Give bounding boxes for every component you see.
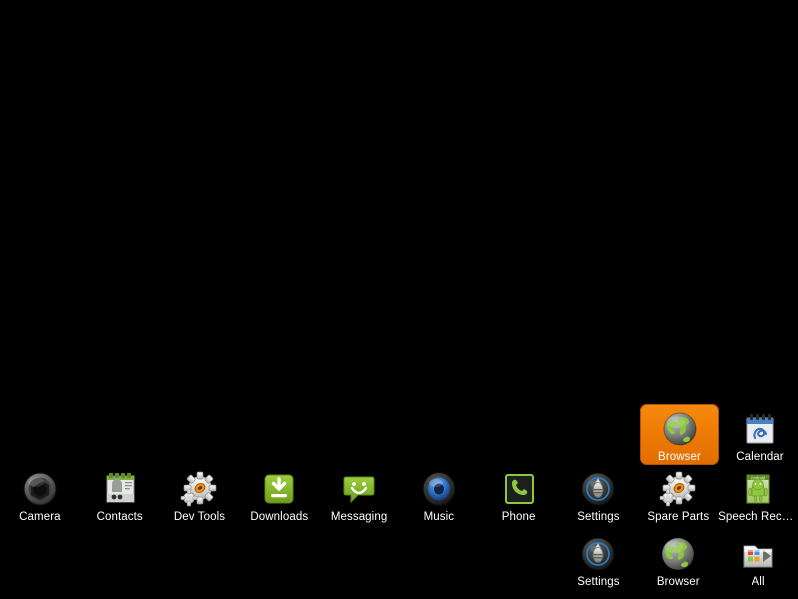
app-tile-contacts[interactable]: Contacts bbox=[80, 464, 160, 526]
app-label: Settings bbox=[577, 511, 620, 523]
app-tile-spare-parts[interactable]: Spare Parts bbox=[638, 464, 718, 526]
app-grid-row-2: Settings Browser All bbox=[0, 534, 798, 599]
app-tile-browser-selected[interactable]: Browser bbox=[640, 404, 719, 465]
app-grid-row-1: Camera Contacts Dev Tools Downloads Mess… bbox=[0, 469, 798, 534]
app-tile-speech-recognition[interactable]: Android Speech Reco... bbox=[718, 464, 798, 526]
app-label: Settings bbox=[577, 576, 620, 588]
all-apps-folder-icon bbox=[737, 533, 779, 575]
app-tile-calendar[interactable]: Calendar bbox=[720, 404, 798, 466]
contacts-card-icon bbox=[99, 468, 141, 510]
selected-app-slot: Browser bbox=[640, 404, 719, 465]
app-cell-camera[interactable]: Camera bbox=[0, 469, 80, 534]
app-cell-all[interactable]: All bbox=[718, 534, 798, 599]
app-cell-browser-2[interactable]: Browser bbox=[638, 534, 718, 599]
app-tile-settings[interactable]: Settings bbox=[558, 464, 638, 526]
phone-handset-icon bbox=[498, 468, 540, 510]
app-label: Spare Parts bbox=[647, 511, 710, 523]
app-label: Phone bbox=[501, 511, 536, 523]
globe-icon bbox=[659, 408, 701, 450]
settings-dial-icon bbox=[577, 533, 619, 575]
download-arrow-icon bbox=[258, 468, 300, 510]
settings-dial-icon bbox=[577, 468, 619, 510]
app-cell-settings[interactable]: Settings bbox=[559, 469, 639, 534]
app-tile-camera[interactable]: Camera bbox=[0, 464, 80, 526]
app-cell-dev-tools[interactable]: Dev Tools bbox=[160, 469, 240, 534]
message-bubble-icon bbox=[338, 468, 380, 510]
globe-icon bbox=[657, 533, 699, 575]
app-cell-contacts[interactable]: Contacts bbox=[80, 469, 160, 534]
app-label: Music bbox=[423, 511, 455, 523]
app-tile-dev-tools[interactable]: Dev Tools bbox=[159, 464, 239, 526]
app-label: Calendar bbox=[736, 451, 784, 463]
gear-orange-icon bbox=[178, 468, 220, 510]
app-tile-downloads[interactable]: Downloads bbox=[239, 464, 319, 526]
app-cell-downloads[interactable]: Downloads bbox=[239, 469, 319, 534]
app-cell-speech-recognition[interactable]: Android Speech Reco... bbox=[718, 469, 798, 534]
app-cell-messaging[interactable]: Messaging bbox=[319, 469, 399, 534]
app-tile-messaging[interactable]: Messaging bbox=[319, 464, 399, 526]
app-label: All bbox=[751, 576, 765, 588]
app-cell-spare-parts[interactable]: Spare Parts bbox=[638, 469, 718, 534]
speaker-icon bbox=[418, 468, 460, 510]
app-label: Dev Tools bbox=[173, 511, 226, 523]
app-tile-settings-2[interactable]: Settings bbox=[558, 529, 638, 591]
calendar-icon bbox=[739, 408, 781, 450]
app-label: Downloads bbox=[250, 511, 309, 523]
app-label: Speech Reco... bbox=[718, 511, 798, 523]
app-label: Browser bbox=[658, 451, 701, 463]
launcher-surface[interactable]: Browser Calendar Camera Contacts Dev Too… bbox=[0, 0, 798, 595]
app-tile-browser-2[interactable]: Browser bbox=[638, 529, 718, 591]
app-label: Messaging bbox=[330, 511, 388, 523]
app-label: Contacts bbox=[96, 511, 143, 523]
gear-orange-icon bbox=[657, 468, 699, 510]
app-cell-music[interactable]: Music bbox=[399, 469, 479, 534]
app-tile-music[interactable]: Music bbox=[399, 464, 479, 526]
app-cell-settings-2[interactable]: Settings bbox=[559, 534, 639, 599]
app-tile-phone[interactable]: Phone bbox=[479, 464, 559, 526]
app-label: Camera bbox=[19, 511, 61, 523]
android-card-icon: Android bbox=[737, 468, 779, 510]
app-tile-all[interactable]: All bbox=[718, 529, 798, 591]
app-cell-phone[interactable]: Phone bbox=[479, 469, 559, 534]
calendar-app-slot: Calendar bbox=[720, 404, 798, 466]
app-label: Browser bbox=[656, 576, 700, 588]
camera-aperture-icon bbox=[19, 468, 61, 510]
